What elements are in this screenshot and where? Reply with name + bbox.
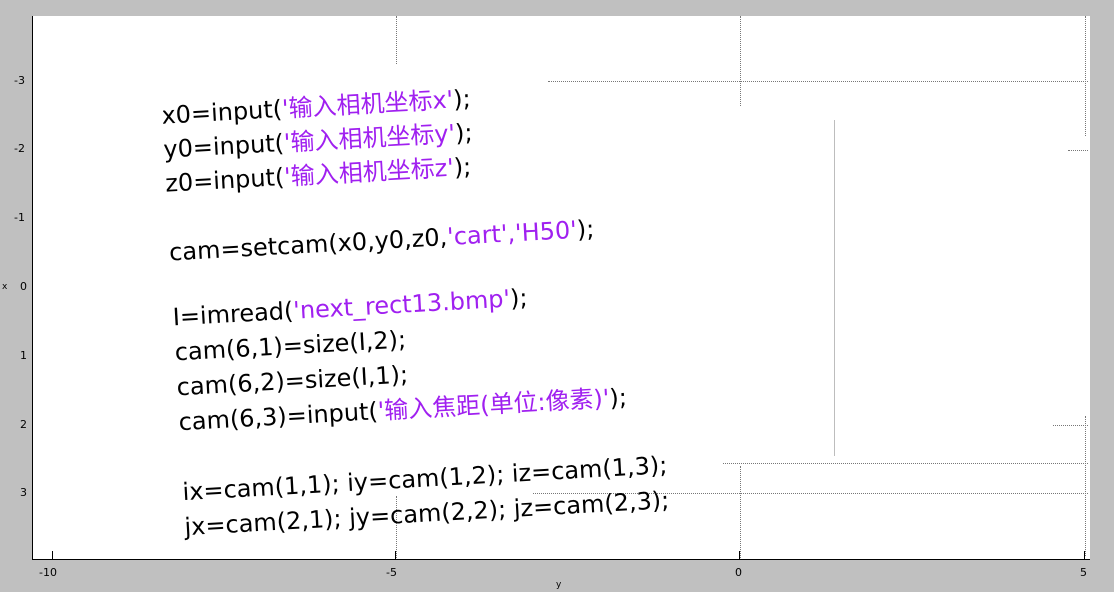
code-image-svg: x0=input('输入相机坐标x'); y0=input('输入相机坐标y');… xyxy=(161,85,670,542)
code-image: x0=input('输入相机坐标x'); y0=input('输入相机坐标y');… xyxy=(161,76,883,566)
grid-line-x-minus5 xyxy=(396,16,397,64)
code-line: cam=setcam(x0,y0,z0,'cart','H50'); xyxy=(168,215,595,267)
code-line-string-part: 'cart','H50' xyxy=(446,216,577,251)
code-line-string-part: 'next_rect13.bmp' xyxy=(293,285,511,325)
x-tick-label: -5 xyxy=(386,566,397,579)
y-tick-label: -1 xyxy=(14,211,25,224)
code-line-string-part: '输入相机坐标z' xyxy=(283,154,454,191)
figure-window: x0=input('输入相机坐标x'); y0=input('输入相机坐标y');… xyxy=(0,0,1114,592)
code-line: I=imread('next_rect13.bmp'); xyxy=(172,284,528,332)
x-tick-mark xyxy=(395,551,396,559)
code-line-black-part: x0=input( xyxy=(163,95,283,130)
code-line-black-part: cam=setcam(x0,y0,z0, xyxy=(168,223,448,266)
code-line-black-part: z0=input( xyxy=(165,163,285,198)
code-line-string-part: '输入相机坐标x' xyxy=(281,85,454,123)
y-tick-label: 1 xyxy=(20,349,27,362)
code-line: cam(6,2)=size(I,1); xyxy=(176,360,409,401)
x-tick-mark xyxy=(1084,551,1085,559)
code-line-tail-part: ); xyxy=(609,383,628,412)
code-line-tail-part: ); xyxy=(453,153,472,182)
grid-line-y-minus2 xyxy=(1068,150,1088,151)
x-tick-label: -10 xyxy=(39,566,57,579)
y-tick-label: 0 xyxy=(20,280,27,293)
grid-line-y-2 xyxy=(1053,425,1088,426)
code-line-tail-part: ); xyxy=(454,118,473,147)
y-tick-label: -3 xyxy=(14,74,25,87)
code-line-black-part: y0=input( xyxy=(163,129,285,164)
code-line-black-part: cam(6,1)=size(I,2); xyxy=(174,325,407,366)
code-line-string-part: '输入焦距(单位:像素)' xyxy=(377,384,610,425)
x-tick-mark xyxy=(52,551,53,559)
x-axis-label: y xyxy=(556,580,562,590)
code-line-tail-part: ); xyxy=(452,85,471,114)
x-tick-label: 0 xyxy=(735,566,742,579)
y-axis-label: x xyxy=(2,282,8,292)
grid-line-x-5-lower xyxy=(1085,416,1086,556)
code-line-black-part: I=imread( xyxy=(172,297,294,332)
code-line-black-part: cam(6,3)=input( xyxy=(178,397,379,436)
code-line-tail-part: ); xyxy=(509,284,528,313)
y-tick-label: 2 xyxy=(20,418,27,431)
code-line-string-part: '输入相机坐标y' xyxy=(283,119,456,157)
plot-axes[interactable]: x0=input('输入相机坐标x'); y0=input('输入相机坐标y');… xyxy=(32,16,1090,560)
x-tick-mark xyxy=(739,551,740,559)
code-line-tail-part: ); xyxy=(576,215,595,244)
grid-line-x-5 xyxy=(1085,16,1086,136)
x-tick-label: 5 xyxy=(1080,566,1087,579)
y-tick-label: -2 xyxy=(14,142,25,155)
code-line: cam(6,1)=size(I,2); xyxy=(174,325,407,366)
y-tick-label: 3 xyxy=(20,486,27,499)
code-line-black-part: cam(6,2)=size(I,1); xyxy=(176,360,409,401)
